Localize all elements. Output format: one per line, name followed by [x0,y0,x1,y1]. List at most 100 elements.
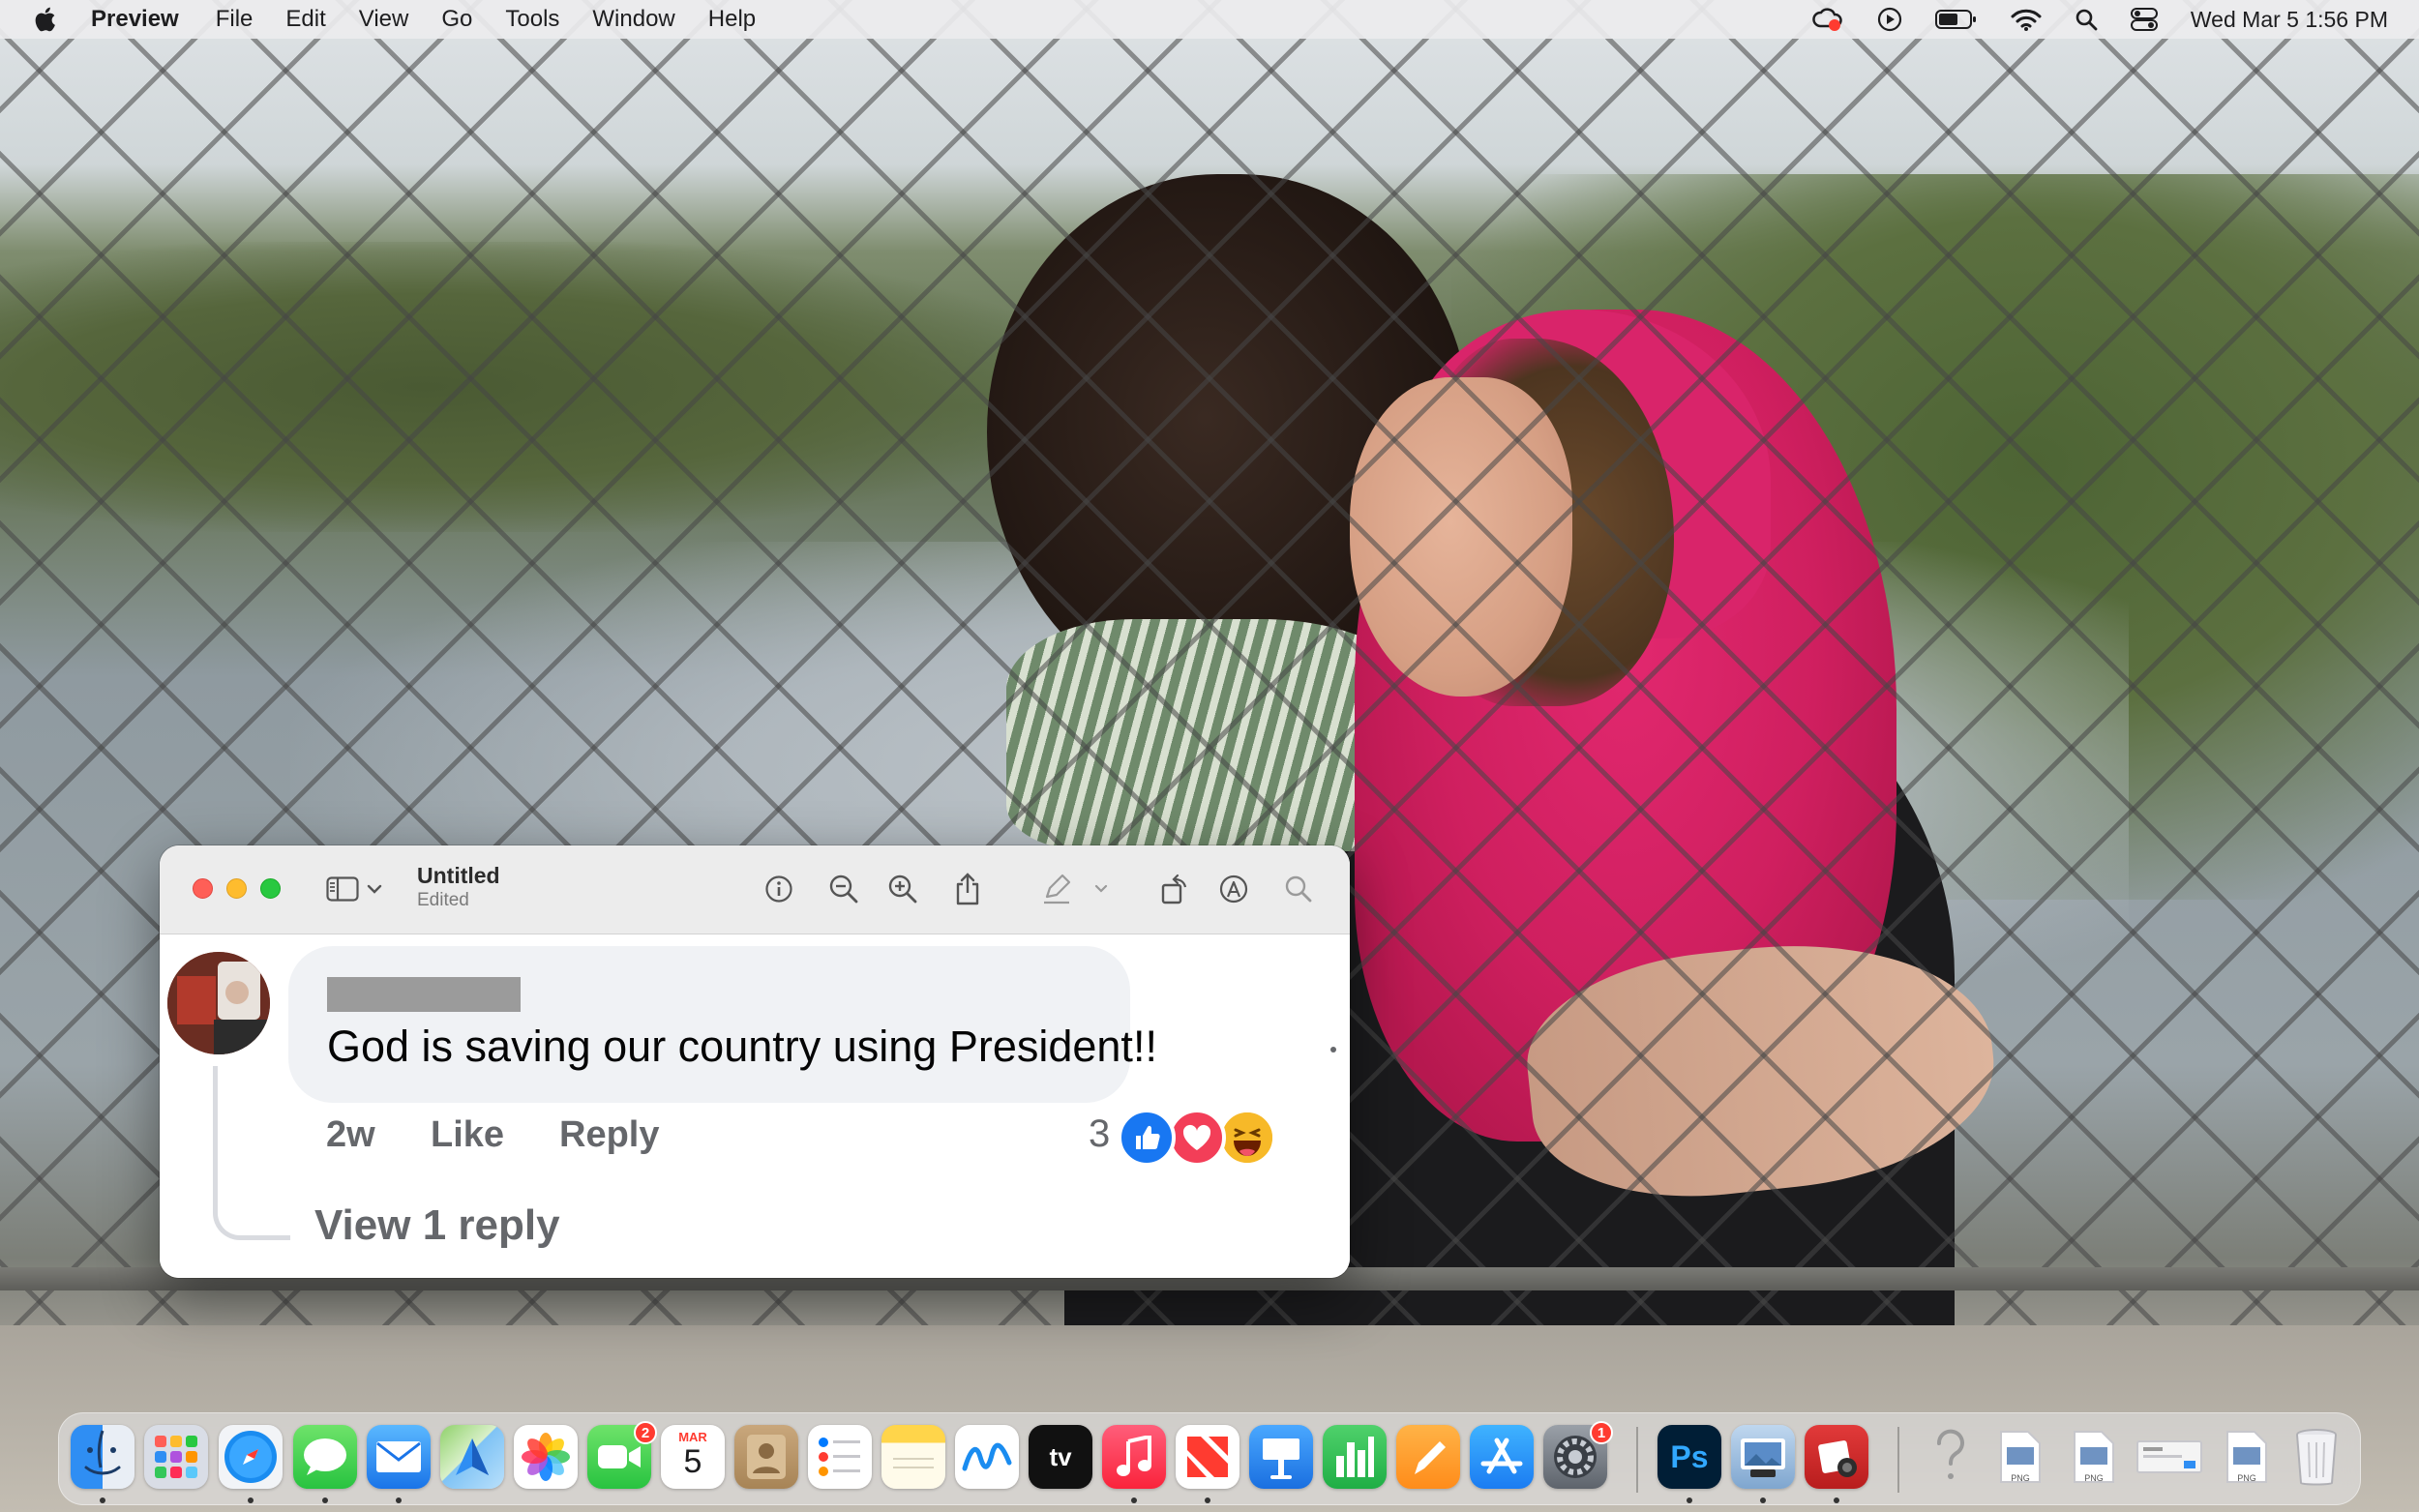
menu-file[interactable]: File [216,6,254,33]
haha-reaction-icon[interactable] [1218,1109,1276,1167]
dock: 2 MAR 5 tv 1 Ps PNG PNG PNG [58,1412,2361,1505]
calendar-icon[interactable]: MAR 5 [661,1425,725,1489]
wifi-icon[interactable] [2011,8,2042,31]
spotlight-search-icon[interactable] [2075,8,2098,31]
png-file-icon[interactable]: PNG [2215,1425,2279,1489]
love-reaction-icon[interactable] [1168,1109,1226,1167]
png-file-label: PNG [2237,1473,2256,1483]
menu-bar-status-area: Wed Mar 5 1:56 PM [1811,0,2388,39]
apple-tv-icon[interactable]: tv [1029,1425,1092,1489]
mail-icon[interactable] [367,1425,431,1489]
finder-icon[interactable] [71,1425,134,1489]
zoom-in-icon[interactable] [884,871,921,907]
dock-separator-recents [1897,1427,1899,1493]
battery-icon[interactable] [1934,9,1978,30]
finder-running-indicator [100,1497,105,1503]
like-button[interactable]: Like [431,1114,504,1156]
notes-icon[interactable] [881,1425,945,1489]
view-replies-link[interactable]: View 1 reply [314,1201,560,1250]
preview-running-indicator [1760,1497,1766,1503]
apple-tv-label: tv [1049,1441,1072,1471]
menu-bar: Preview File Edit View Go Tools Window H… [0,0,2419,39]
menu-view[interactable]: View [359,6,409,33]
close-window-button[interactable] [193,878,213,899]
photo-booth-icon[interactable] [1805,1425,1868,1489]
safari-running-indicator [248,1497,254,1503]
apple-menu-icon[interactable] [33,6,58,33]
facetime-notification-badge: 2 [634,1421,657,1444]
calendar-day: 5 [683,1443,702,1480]
sidebar-toggle-icon[interactable] [324,871,361,907]
zoom-out-icon[interactable] [825,871,862,907]
preview-icon[interactable] [1731,1425,1795,1489]
contacts-icon[interactable] [734,1425,798,1489]
rotate-icon[interactable] [1156,871,1193,907]
numbers-icon[interactable] [1323,1425,1387,1489]
window-titlebar[interactable]: Untitled Edited [160,845,1350,934]
screenshot-thumbnail-icon[interactable] [2135,1425,2203,1489]
messages-running-indicator [322,1497,328,1503]
comment-timestamp[interactable]: 2w [326,1114,375,1156]
menu-tools[interactable]: Tools [505,6,559,33]
share-icon[interactable] [949,871,986,907]
system-settings-icon[interactable]: 1 [1543,1421,1613,1489]
reminders-icon[interactable] [808,1425,872,1489]
menu-help[interactable]: Help [708,6,756,33]
png-file-label: PNG [2084,1473,2104,1483]
calendar-month: MAR [678,1430,707,1444]
safari-icon[interactable] [219,1425,283,1489]
trash-icon[interactable] [2285,1425,2348,1489]
desktop-wallpaper [0,0,2419,1512]
maps-icon[interactable] [440,1425,504,1489]
comment-more-options-icon[interactable] [1330,1047,1336,1052]
document-status: Edited [417,890,469,910]
photoshop-icon[interactable]: Ps [1657,1425,1721,1489]
reaction-count[interactable]: 3 [1089,1112,1110,1156]
mail-running-indicator [396,1497,402,1503]
music-icon[interactable] [1102,1425,1166,1489]
png-file-label: PNG [2011,1473,2030,1483]
menu-bar-clock[interactable]: Wed Mar 5 1:56 PM [2191,7,2388,33]
markup-pen-icon[interactable] [1038,871,1075,907]
document-title[interactable]: Untitled [417,863,500,889]
news-icon[interactable] [1176,1425,1239,1489]
markup-options-chevron-down-icon[interactable] [1090,871,1112,907]
menu-go[interactable]: Go [441,6,472,33]
fullscreen-window-button[interactable] [260,878,281,899]
png-file-icon[interactable]: PNG [1988,1425,2052,1489]
info-icon[interactable] [761,871,797,907]
png-file-icon[interactable]: PNG [2062,1425,2126,1489]
keynote-icon[interactable] [1249,1425,1313,1489]
photoshop-running-indicator [1687,1497,1692,1503]
messages-icon[interactable] [293,1425,357,1489]
photos-icon[interactable] [514,1425,578,1489]
dock-separator [1636,1427,1638,1493]
system-settings-notification-badge: 1 [1590,1421,1613,1444]
photoshop-label: Ps [1670,1438,1709,1474]
document-canvas: God is saving our country using Presiden… [160,934,1350,1278]
sidebar-options-chevron-down-icon[interactable] [363,871,386,907]
play-circle-icon[interactable] [1877,7,1902,32]
menu-edit[interactable]: Edit [285,6,325,33]
search-icon[interactable] [1280,871,1317,907]
reply-button[interactable]: Reply [559,1114,659,1156]
minimize-window-button[interactable] [226,878,247,899]
comment-bubble[interactable]: God is saving our country using Presiden… [288,946,1157,1103]
photo-booth-running-indicator [1834,1497,1839,1503]
news-running-indicator [1205,1497,1210,1503]
menu-window[interactable]: Window [592,6,674,33]
freeform-icon[interactable] [955,1425,1019,1489]
control-center-icon[interactable] [2130,8,2158,31]
like-reaction-icon[interactable] [1118,1109,1176,1167]
comment-text: God is saving our country using Presiden… [327,1022,1157,1071]
launchpad-icon[interactable] [144,1425,208,1489]
question-mark-icon[interactable] [1919,1425,1983,1489]
commenter-avatar [167,952,270,1054]
creative-cloud-icon[interactable] [1811,7,1844,32]
app-store-icon[interactable] [1470,1425,1534,1489]
annotate-icon[interactable] [1215,871,1252,907]
music-running-indicator [1131,1497,1137,1503]
pages-icon[interactable] [1396,1425,1460,1489]
menu-app-name[interactable]: Preview [91,6,179,33]
facetime-icon[interactable]: 2 [587,1421,657,1489]
